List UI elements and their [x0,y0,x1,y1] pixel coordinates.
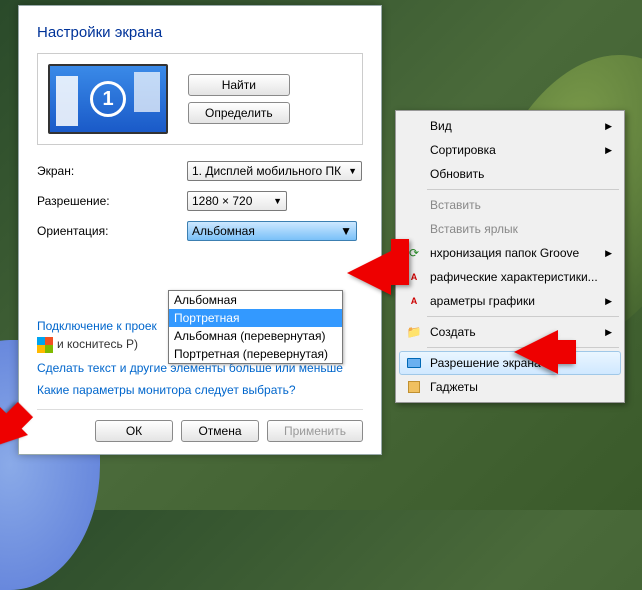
chevron-down-icon: ▼ [340,224,352,238]
folder-icon: 📁 [406,324,422,340]
menu-refresh[interactable]: Обновить [399,162,621,186]
orientation-value: Альбомная [192,224,255,238]
monitor-number: 1 [90,81,126,117]
menu-paste-shortcut: Вставить ярлык [399,217,621,241]
submenu-arrow-icon: ▶ [605,145,612,156]
ok-button[interactable]: ОК [95,420,173,442]
chevron-down-icon: ▼ [348,166,357,176]
desktop-context-menu: Вид▶ Сортировка▶ Обновить Вставить Встав… [395,110,625,403]
screen-value: 1. Дисплей мобильного ПК [192,164,341,178]
apply-button: Применить [267,420,363,442]
orientation-option-landscape-flipped[interactable]: Альбомная (перевернутая) [169,327,342,345]
monitor-arrangement-box: 1 Найти Определить [37,53,363,145]
orientation-option-portrait-flipped[interactable]: Портретная (перевернутая) [169,345,342,363]
ati-icon: A [406,293,422,309]
submenu-arrow-icon: ▶ [605,121,612,132]
menu-screen-resolution[interactable]: Разрешение экрана [399,351,621,375]
orientation-row: Ориентация: Альбомная ▼ [37,221,363,241]
chevron-down-icon: ▼ [273,196,282,206]
menu-new[interactable]: 📁Создать▶ [399,320,621,344]
windows-flag-icon [37,337,53,353]
monitor-icon [406,355,422,371]
resolution-select[interactable]: 1280 × 720 ▼ [187,191,287,211]
screen-select[interactable]: 1. Дисплей мобильного ПК ▼ [187,161,362,181]
submenu-arrow-icon: ▶ [605,248,612,259]
orientation-select[interactable]: Альбомная ▼ [187,221,357,241]
resolution-value: 1280 × 720 [192,194,252,208]
menu-graphics-params[interactable]: Aараметры графики▶ [399,289,621,313]
monitor-buttons-group: Найти Определить [188,74,290,124]
orientation-option-landscape[interactable]: Альбомная [169,291,342,309]
menu-graphics-chars[interactable]: Aрафические характеристики... [399,265,621,289]
screen-row: Экран: 1. Дисплей мобильного ПК ▼ [37,161,363,181]
orientation-label: Ориентация: [37,224,187,238]
menu-separator [427,189,619,190]
orientation-dropdown: Альбомная Портретная Альбомная (переверн… [168,290,343,364]
menu-separator [427,316,619,317]
menu-paste: Вставить [399,193,621,217]
menu-gadgets[interactable]: Гаджеты [399,375,621,399]
find-button[interactable]: Найти [188,74,290,96]
identify-button[interactable]: Определить [188,102,290,124]
menu-groove-sync[interactable]: ⟳нхронизация папок Groove▶ [399,241,621,265]
submenu-arrow-icon: ▶ [605,296,612,307]
monitor-params-link[interactable]: Какие параметры монитора следует выбрать… [37,383,363,397]
cancel-button[interactable]: Отмена [181,420,259,442]
dialog-title: Настройки экрана [37,24,363,41]
monitor-preview[interactable]: 1 [48,64,168,134]
orientation-option-portrait[interactable]: Портретная [169,309,342,327]
screen-label: Экран: [37,164,187,178]
submenu-arrow-icon: ▶ [605,327,612,338]
resolution-label: Разрешение: [37,194,187,208]
resolution-row: Разрешение: 1280 × 720 ▼ [37,191,363,211]
display-settings-dialog: Настройки экрана 1 Найти Определить Экра… [18,5,382,455]
gadget-icon [406,379,422,395]
dialog-footer: ОК Отмена Применить [37,409,363,442]
menu-sort[interactable]: Сортировка▶ [399,138,621,162]
menu-view[interactable]: Вид▶ [399,114,621,138]
